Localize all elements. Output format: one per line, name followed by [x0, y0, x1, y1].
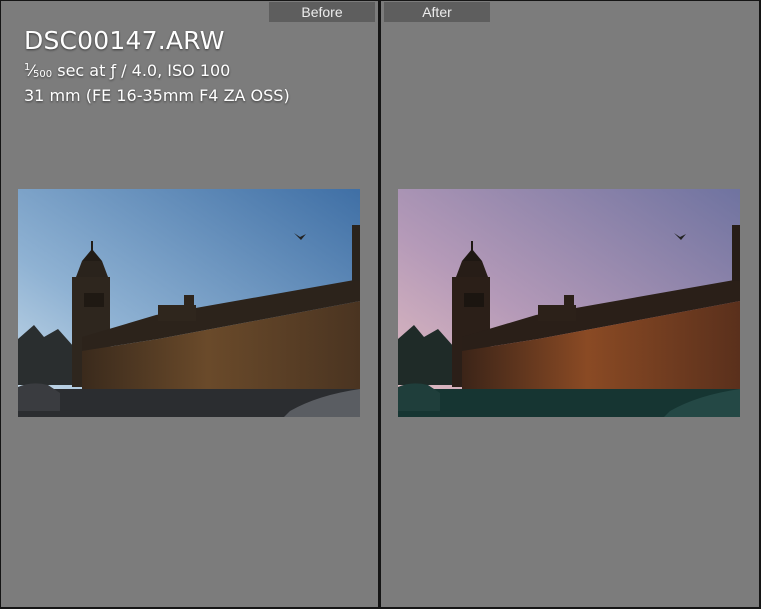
exposure-details: sec at ƒ / 4.0, ISO 100: [52, 61, 231, 80]
before-tab[interactable]: Before: [269, 2, 375, 22]
lens-info: 31 mm (FE 16-35mm F4 ZA OSS): [24, 86, 290, 105]
shutter-denominator: 500: [33, 69, 53, 80]
after-photo[interactable]: [398, 189, 740, 417]
shutter-numerator: 1: [24, 62, 31, 73]
before-photo[interactable]: [18, 189, 360, 417]
after-pane[interactable]: After: [381, 1, 759, 607]
filename: DSC00147.ARW: [24, 26, 225, 55]
photo-info-overlay: DSC00147.ARW 1⁄500 sec at ƒ / 4.0, ISO 1…: [24, 25, 290, 106]
after-tab[interactable]: After: [384, 2, 490, 22]
before-after-compare-view: Before DSC00147.ARW 1⁄500 sec at ƒ / 4.0…: [0, 0, 761, 609]
before-pane[interactable]: Before DSC00147.ARW 1⁄500 sec at ƒ / 4.0…: [1, 1, 378, 607]
exposure-info: 1⁄500 sec at ƒ / 4.0, ISO 100: [24, 61, 231, 80]
